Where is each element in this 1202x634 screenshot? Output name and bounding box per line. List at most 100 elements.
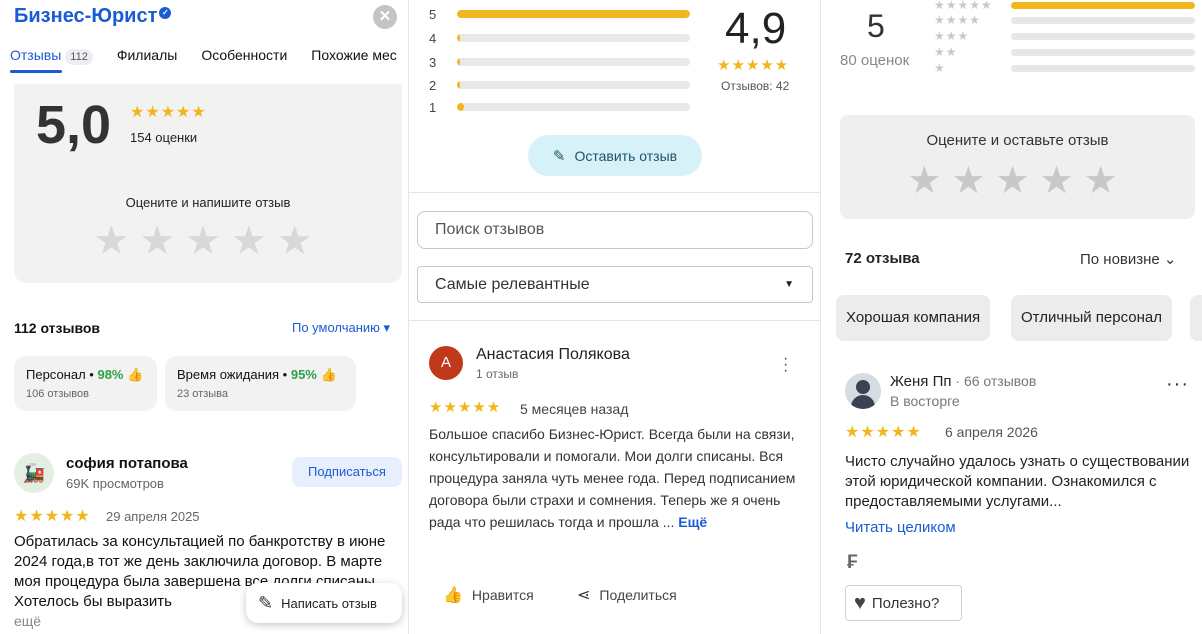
avatar-body [851,395,875,409]
edit-review-icon: ✎ [552,147,566,165]
write-review-button[interactable]: ✎ Написать отзыв [246,583,402,623]
useful-button[interactable]: ♥ Полезно? [845,585,962,621]
review-text: Чисто случайно удалось узнать о существо… [845,453,1190,510]
active-tab-indicator [10,70,62,73]
avatar[interactable] [845,373,881,409]
tag-chip-great-staff[interactable]: Отличный персонал [1011,295,1172,341]
review-mood-badge: В восторге [890,393,960,409]
close-button[interactable]: ✕ [373,5,397,29]
average-rating: 5,0 [36,95,112,155]
sort-dropdown[interactable]: По новизне ⌄ [1080,250,1177,268]
review-date: 5 месяцев назад [520,401,629,417]
rate-stars-input[interactable]: ★★★★★ [840,158,1195,203]
rating-bar-row: 2 [429,74,690,96]
avatar-head [856,380,870,394]
share-button[interactable]: ⋖ Поделиться [577,585,677,605]
more-menu-icon[interactable]: ··· [783,351,788,379]
review-more-link[interactable]: ещё [14,613,41,629]
rating-bar-label: 1 [429,99,437,115]
verified-icon: ✓ [159,7,172,19]
heart-icon: ♥ [854,591,866,614]
tab-reviews[interactable]: Отзывы 112 [10,47,93,65]
tab-similar[interactable]: Похожие мес [311,47,396,65]
thumbs-up-icon: 👍 [127,367,144,382]
aspect-chip-staff[interactable]: Персонал • 98% 👍 106 отзывов [14,356,157,411]
average-rating: 4,9 [725,4,787,53]
rating-bar-track [457,10,690,18]
review-author[interactable]: софия потапова [66,455,188,472]
review-stars: ★★★★★ [845,424,922,441]
rating-bar-track [1011,49,1195,56]
rating-bar-label: 3 [429,54,437,70]
rating-bar-track [1011,33,1195,40]
share-icon: ⋖ [577,587,591,604]
useful-label: Полезно? [871,594,940,612]
review-stars: ★★★★★ [429,399,502,416]
subscribe-button[interactable]: Подписаться [292,457,402,487]
read-more-link[interactable]: Читать целиком [845,519,956,536]
tab-badge: 112 [65,49,93,65]
thumbs-up-icon: 👍 [443,587,463,604]
review-author-name: Женя Пп [890,373,952,390]
caret-down-icon: ▼ [784,279,794,290]
like-button[interactable]: 👍 Нравится [443,585,534,605]
rating-stars: ★★★★★ [717,57,790,74]
like-label: Нравится [471,587,534,603]
rating-bar-fill [457,34,460,42]
review-author[interactable]: Анастасия Полякова [476,346,630,364]
chip-label: Время ожидания [177,367,280,382]
chip-title: Время ожидания • 95% 👍 [177,367,337,382]
review-more-link[interactable]: Ещё [678,514,707,530]
rating-bar-row: 3 [429,51,690,73]
sort-select[interactable]: Самые релевантные ▼ [417,266,813,303]
tab-features[interactable]: Особенности [201,47,287,65]
pencil-icon: ✎ [258,592,274,613]
avatar[interactable]: А [429,346,463,380]
chip-percent: 98% [97,367,124,382]
rating-bar-label: 5 [429,6,437,22]
average-rating: 5 [867,8,885,44]
reviews-count: Отзывов: 42 [721,79,790,93]
author-review-count: · 66 отзывов [951,373,1037,389]
company-title[interactable]: Бизнес-Юрист ✓ [14,5,172,28]
star-row-label: ★★ [934,45,958,59]
company-card-panel-1: Бизнес-Юрист ✓ ✕ Отзывы 112 Филиалы Особен… [0,0,408,634]
leave-review-button[interactable]: ✎ Оставить отзыв [528,135,702,176]
avatar[interactable]: 🚂 [14,453,54,493]
sort-select-value: Самые релевантные [435,276,590,293]
author-review-count: 1 отзыв [476,367,519,381]
aspect-chip-waiting[interactable]: Время ожидания • 95% 👍 23 отзыва [165,356,356,411]
tag-chip-more[interactable] [1190,295,1202,341]
search-reviews-input[interactable]: Поиск отзывов [417,211,813,249]
chip-title: Персонал • 98% 👍 [26,367,144,382]
reviews-count: 112 отзывов [14,320,101,336]
share-label: Поделиться [599,587,677,603]
rate-prompt: Оцените и оставьте отзыв [926,132,1109,149]
rating-bar-row: 1 [429,96,690,118]
company-name[interactable]: Бизнес-Юрист [14,5,157,27]
rating-bar-label: 2 [429,77,437,93]
rate-stars-input[interactable]: ★★★★★ [14,218,402,264]
rating-bar-fill [457,10,690,18]
divider [409,192,820,193]
tag-chip-good-company[interactable]: Хорошая компания [836,295,991,341]
sort-dropdown[interactable]: По умолчанию ▾ [292,320,390,336]
rating-bar-fill [457,103,464,111]
star-row-label: ★ [934,61,946,75]
rating-bar-track [1011,2,1195,9]
write-review-label: Написать отзыв [281,595,377,611]
more-menu-icon[interactable]: ··· [1166,374,1189,394]
tabs-bar: Отзывы 112 Филиалы Особенности Похожие ме… [10,47,408,65]
chip-count: 106 отзывов [26,388,89,400]
rating-bar-row: 4 [429,27,690,49]
chip-percent: 95% [290,367,317,382]
review-text: Большое спасибо Бизнес-Юрист. Всегда был… [429,423,809,533]
thumbs-up-icon: 👍 [320,367,337,382]
tab-branches[interactable]: Филиалы [117,47,177,65]
tab-label: Отзывы [10,47,62,63]
rating-bar-track [1011,17,1195,24]
rating-bar-fill [457,58,460,66]
review-date: 29 апреля 2025 [106,509,200,524]
review-author[interactable]: Женя Пп · 66 отзывов [890,373,1036,390]
ratings-count: 154 оценки [130,130,198,145]
